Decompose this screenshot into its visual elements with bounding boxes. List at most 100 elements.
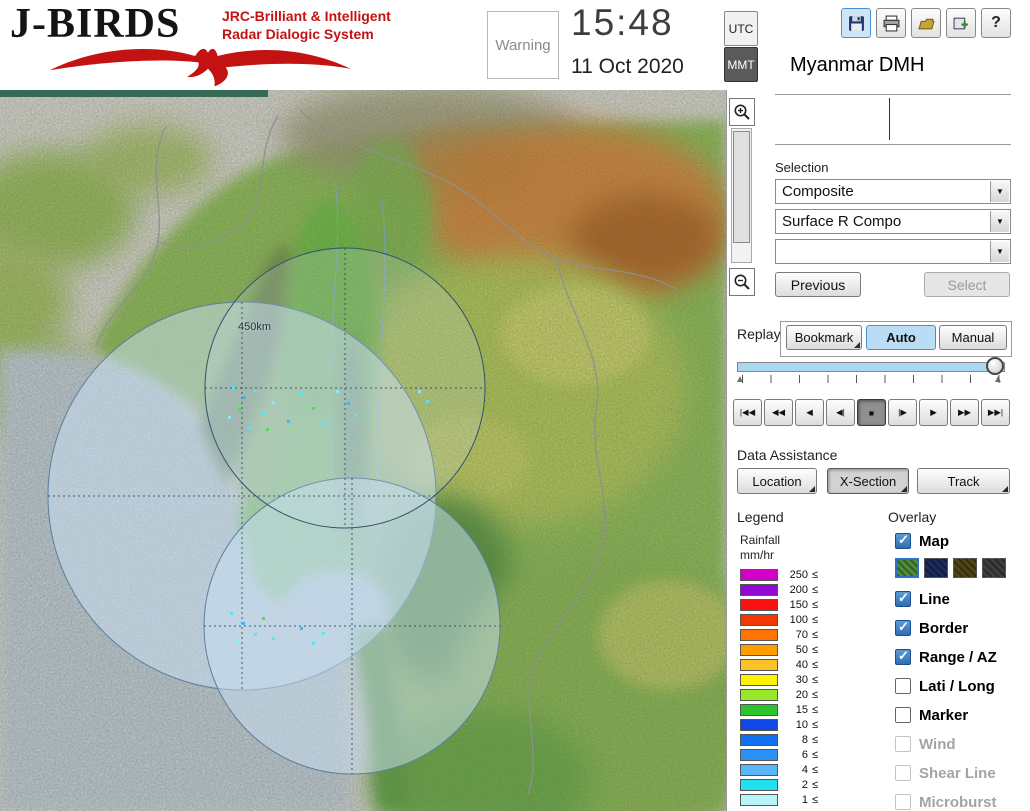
legend-operator: ≤ [812,569,819,581]
legend-unit: mm/hr [740,548,774,562]
legend-value: 1 [801,794,808,806]
legend-operator: ≤ [812,614,819,626]
bookmark-button[interactable]: Bookmark [786,325,862,350]
warning-button[interactable]: Warning [487,11,559,79]
legend-value: 6 [801,749,808,761]
legend-operator: ≤ [812,719,819,731]
overlay-item-line[interactable]: Line [895,589,950,609]
zoom-scrollbar-thumb[interactable] [733,131,750,243]
save-button[interactable] [841,8,871,38]
help-button[interactable]: ? [981,8,1011,38]
extra-dropdown[interactable]: ▼ [775,239,1011,264]
map-style-row [895,558,1006,578]
overlay-item-label: Microburst [919,793,997,811]
overlay-item-shear-line: Shear Line [895,763,996,783]
legend-row: 30 ≤ [740,673,818,687]
composite-dropdown[interactable]: Composite ▼ [775,179,1011,204]
map-style-terrain-swatch[interactable] [895,558,919,578]
overlay-item-range-az[interactable]: Range / AZ [895,647,997,667]
checkbox-icon[interactable] [895,648,911,665]
overlay-item-border[interactable]: Border [895,618,968,638]
data-assistance-label: Data Assistance [737,447,838,463]
message-listbox[interactable] [775,94,1011,145]
overlay-item-map[interactable]: Map [895,531,949,551]
legend-value: 70 [795,629,808,641]
mmt-button[interactable]: MMT [724,47,758,82]
fast-forward-button[interactable]: ▶▶ [950,399,979,426]
logo-subtitle-1: JRC-Brilliant & Intelligent [222,8,391,24]
checkbox-icon[interactable] [895,678,911,694]
legend-value: 10 [795,719,808,731]
checkbox-icon [895,765,911,781]
map-style-navy-swatch[interactable] [924,558,948,578]
overlay-item-wind: Wind [895,734,956,754]
legend-operator: ≤ [812,599,819,611]
overlay-item-marker[interactable]: Marker [895,705,968,725]
legend-value: 150 [789,599,808,611]
composite-dropdown-value: Composite [782,183,854,200]
xsection-button[interactable]: X-Section [827,468,909,494]
legend-title: Legend [737,509,784,525]
legend-row: 100 ≤ [740,613,818,627]
legend-color-swatch [740,719,778,731]
zoom-in-button[interactable] [729,98,755,126]
terrain-map-image [0,90,726,811]
bookmark-label: Bookmark [794,330,854,345]
print-button[interactable] [876,8,906,38]
legend-row: 2 ≤ [740,778,818,792]
skip-to-end-button[interactable]: ▶▶| [981,399,1010,426]
product-dropdown[interactable]: Surface R Compo ▼ [775,209,1011,234]
zoom-out-button[interactable] [729,268,755,296]
xsection-label: X-Section [839,473,897,489]
checkbox-icon[interactable] [895,532,911,549]
legend-operator: ≤ [812,749,819,761]
legend-operator: ≤ [812,794,819,806]
zoom-scrollbar[interactable] [731,128,752,263]
replay-slider-thumb[interactable] [986,357,1004,375]
map-style-slate-swatch[interactable] [982,558,1006,578]
magnifier-plus-icon [734,104,750,120]
submenu-corner-icon [854,342,860,348]
radar-map[interactable]: 450km [0,90,726,811]
jbirds-app: J-BIRDS JRC-Brilliant & Intelligent Rada… [0,0,1030,811]
auto-button[interactable]: Auto [866,325,936,350]
location-button[interactable]: Location [737,468,817,494]
warning-label: Warning [495,36,551,54]
overlay-item-label: Shear Line [919,764,996,782]
chevron-down-icon[interactable]: ▼ [990,181,1009,202]
step-forward-button[interactable]: |▶ [888,399,917,426]
open-file-button[interactable] [911,8,941,38]
manual-button[interactable]: Manual [939,325,1007,350]
chevron-down-icon[interactable]: ▼ [990,241,1009,262]
utc-button[interactable]: UTC [724,11,758,46]
previous-button[interactable]: Previous [775,272,861,297]
overlay-item-lati-long[interactable]: Lati / Long [895,676,995,696]
legend-row: 20 ≤ [740,688,818,702]
replay-slider-track[interactable] [737,362,1005,372]
export-button[interactable] [946,8,976,38]
play-reverse-button[interactable]: ◀ [795,399,824,426]
play-button[interactable]: ▶ [919,399,948,426]
stop-button[interactable]: ■ [857,399,886,426]
submenu-corner-icon [901,486,907,492]
step-back-button[interactable]: ◀| [826,399,855,426]
text-cursor [889,98,890,140]
track-button[interactable]: Track [917,468,1010,494]
legend-color-swatch [740,764,778,776]
checkbox-icon[interactable] [895,619,911,636]
legend-row: 1 ≤ [740,793,818,807]
legend-row: 70 ≤ [740,628,818,642]
checkbox-icon[interactable] [895,590,911,607]
legend-value: 50 [795,644,808,656]
replay-label: Replay [737,326,781,342]
legend-color-swatch [740,674,778,686]
legend-operator: ≤ [812,734,819,746]
map-style-olive-swatch[interactable] [953,558,977,578]
chevron-down-icon[interactable]: ▼ [990,211,1009,232]
overlay-item-label: Lati / Long [919,677,995,695]
fast-rewind-button[interactable]: ◀◀ [764,399,793,426]
checkbox-icon[interactable] [895,707,911,723]
select-button[interactable]: Select [924,272,1010,297]
skip-to-start-button[interactable]: |◀◀ [733,399,762,426]
legend-value: 8 [801,734,808,746]
